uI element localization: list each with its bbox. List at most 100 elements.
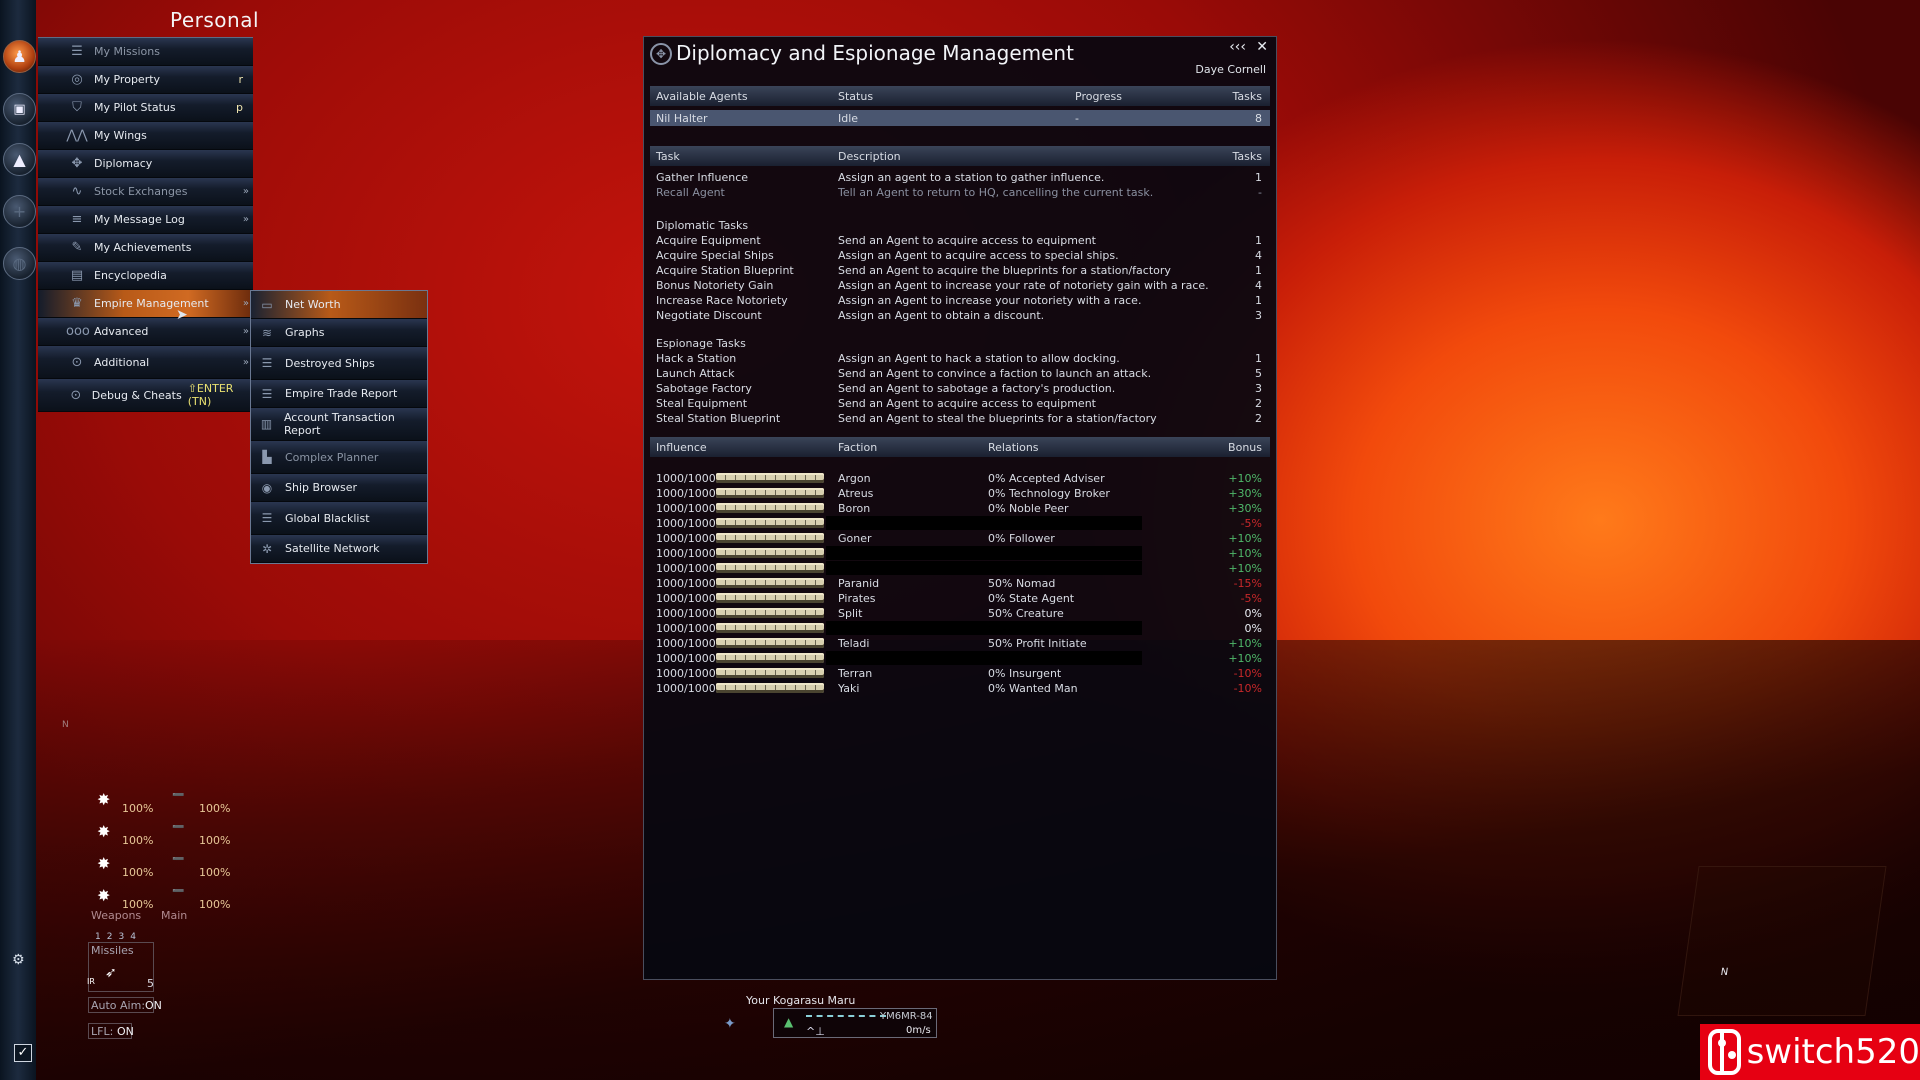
weapon-energy-right: 100% [199,866,231,879]
submenu-item-account-transaction-report[interactable]: ▥ Account Transaction Report [251,408,427,441]
task-description: Send an Agent to sabotage a factory's pr… [838,382,1116,395]
rail-settings-icon[interactable]: ⚙ [12,952,25,968]
task-count: 1 [1255,352,1262,365]
weapon-energy-right: 100% [199,898,231,911]
influence-value: 1000/1000 [656,637,716,650]
task-row[interactable]: Steal Equipment Send an Agent to acquire … [650,396,1270,411]
influence-row[interactable]: 1000/1000 Split 50% Creature 0% [650,606,1270,621]
faction-bonus: 0% [1244,607,1262,620]
submenu-arrow-icon: » [242,214,249,225]
influence-row[interactable]: 1000/1000 Atreus 0% Technology Broker +30% [650,486,1270,501]
minimize-button[interactable]: ‹‹‹ [1229,39,1246,55]
submenu-arrow-icon: » [242,186,249,197]
task-row[interactable]: Acquire Special Ships Assign an Agent to … [650,248,1270,263]
task-row[interactable]: Bonus Notoriety Gain Assign an Agent to i… [650,278,1270,293]
task-row[interactable]: Acquire Equipment Send an Agent to acquir… [650,233,1270,248]
task-row[interactable]: Increase Race Notoriety Assign an Agent t… [650,293,1270,308]
influence-value: 1000/1000 [656,667,716,680]
influence-bar [716,638,824,648]
menu-item-my-achievements[interactable]: ✎ My Achievements [38,234,253,262]
submenu-item-satellite-network[interactable]: ✲ Satellite Network [251,535,427,563]
faction-name: Yaki [838,682,860,695]
faction-relations: 0% Technology Broker [988,487,1110,500]
menu-item-my-missions[interactable]: ☰ My Missions [38,38,253,66]
menu-item-empire-management[interactable]: ♛ Empire Management» [38,290,253,318]
lfl-toggle[interactable]: LFL: ON [88,1023,134,1039]
influence-row[interactable]: 1000/1000 0% [650,621,1270,636]
submenu-item-global-blacklist[interactable]: ☰ Global Blacklist [251,502,427,535]
influence-row[interactable]: 1000/1000 Terran 0% Insurgent -10% [650,666,1270,681]
influence-bar [716,683,824,693]
influence-row[interactable]: 1000/1000 Argon 0% Accepted Adviser +10% [650,471,1270,486]
task-row[interactable]: Recall Agent Tell an Agent to return to H… [650,185,1270,200]
influence-row[interactable]: 1000/1000 +10% [650,561,1270,576]
influence-row[interactable]: 1000/1000 Pirates 0% State Agent -5% [650,591,1270,606]
influence-row[interactable]: 1000/1000 Teladi 50% Profit Initiate +10% [650,636,1270,651]
faction-name: Paranid [838,577,880,590]
task-row[interactable]: Sabotage Factory Send an Agent to sabotag… [650,381,1270,396]
menu-item-my-message-log[interactable]: ≡ My Message Log» [38,206,253,234]
influence-row[interactable]: 1000/1000 +10% [650,651,1270,666]
influence-row[interactable]: 1000/1000 -5% [650,516,1270,531]
rail-navigation-button[interactable]: ▲ [3,143,36,176]
task-row[interactable]: Acquire Station Blueprint Send an Agent t… [650,263,1270,278]
rail-checkbox[interactable]: ✓ [14,1044,32,1062]
missiles-panel[interactable]: Missiles ➶ IR 5 [87,942,154,992]
missile-icon: ➶ [105,965,117,981]
personal-menu-title: Personal [170,8,260,32]
influence-row[interactable]: 1000/1000 Goner 0% Follower +10% [650,531,1270,546]
menu-item-additional[interactable]: ⊙ Additional» [38,346,253,379]
task-description: Assign an Agent to increase your rate of… [838,279,1209,292]
task-row[interactable]: Gather Influence Assign an agent to a sta… [650,170,1270,185]
submenu-arrow-icon: » [242,298,249,309]
task-name: Recall Agent [656,186,725,199]
agent-row[interactable]: Nil Halter Idle - 8 [650,110,1270,126]
influence-row[interactable]: 1000/1000 +10% [650,546,1270,561]
ship-name: Your Kogarasu Maru [746,994,856,1007]
submenu-item-complex-planner[interactable]: ▙ Complex Planner [251,441,427,474]
menu-item-my-wings[interactable]: ⋀⋀ My Wings [38,122,253,150]
faction-name: Pirates [838,592,876,605]
rail-property-button[interactable]: ▣ [3,93,36,126]
menu-item-diplomacy[interactable]: ✥ Diplomacy [38,150,253,178]
submenu-item-ship-browser[interactable]: ◉ Ship Browser [251,474,427,502]
col-progress: Progress [1075,89,1122,103]
station-icon: ▣ [13,102,26,117]
influence-row[interactable]: 1000/1000 Yaki 0% Wanted Man -10% [650,681,1270,696]
debug-icon: ⊙ [70,387,82,403]
rail-personal-button[interactable]: ♟ [3,40,36,73]
map-icon: ◍ [12,254,27,273]
close-button[interactable]: ✕ [1256,39,1268,55]
influence-value: 1000/1000 [656,562,716,575]
influence-row[interactable]: 1000/1000 Paranid 50% Nomad -15% [650,576,1270,591]
menu-item-encyclopedia[interactable]: ▤ Encyclopedia [38,262,253,290]
rail-map-button[interactable]: ◍ [3,247,36,280]
destroyed-ships-icon: ☰ [261,356,273,370]
submenu-item-destroyed-ships[interactable]: ☰ Destroyed Ships [251,347,427,380]
menu-item-debug-cheats[interactable]: ⊙ Debug & Cheats ⇧ENTER (TN) [38,379,253,412]
menu-item-my-pilot-status[interactable]: ⛉ My Pilot Status p [38,94,253,122]
menu-item-advanced[interactable]: ooo Advanced» [38,318,253,346]
target-crosshair-icon: ✦ [724,1016,736,1032]
task-row[interactable]: Launch Attack Send an Agent to convince a… [650,366,1270,381]
menu-item-my-property[interactable]: ◎ My Property r [38,66,253,94]
submenu-item-empire-trade-report[interactable]: ☰ Empire Trade Report [251,380,427,408]
sector-minimap[interactable]: N [1677,866,1887,1016]
property-icon: ◎ [71,72,83,87]
weapons-label: Weapons [91,909,142,922]
ship-status-panel[interactable]: ▲ YM6MR-84 ^⊥ 0m/s [773,1008,937,1038]
col-description: Description [838,149,901,163]
submenu-item-graphs[interactable]: ≋ Graphs [251,319,427,347]
task-row[interactable]: Hack a Station Assign an Agent to hack a … [650,351,1270,366]
rail-crosshair-button[interactable]: + [3,195,36,228]
auto-aim-toggle[interactable]: Auto Aim: ON [88,997,162,1013]
task-name: Sabotage Factory [656,382,752,395]
influence-row[interactable]: 1000/1000 Boron 0% Noble Peer +30% [650,501,1270,516]
submenu-item-net-worth[interactable]: ▭ Net Worth [251,291,427,319]
diplomacy-icon: ✥ [650,43,672,65]
task-row[interactable]: Steal Station Blueprint Send an Agent to … [650,411,1270,426]
menu-item-stock-exchanges[interactable]: ∿ Stock Exchanges» [38,178,253,206]
influence-bar [716,668,824,678]
task-row[interactable]: Negotiate Discount Assign an Agent to obt… [650,308,1270,323]
weapon-groups[interactable]: 1234 [95,932,142,942]
